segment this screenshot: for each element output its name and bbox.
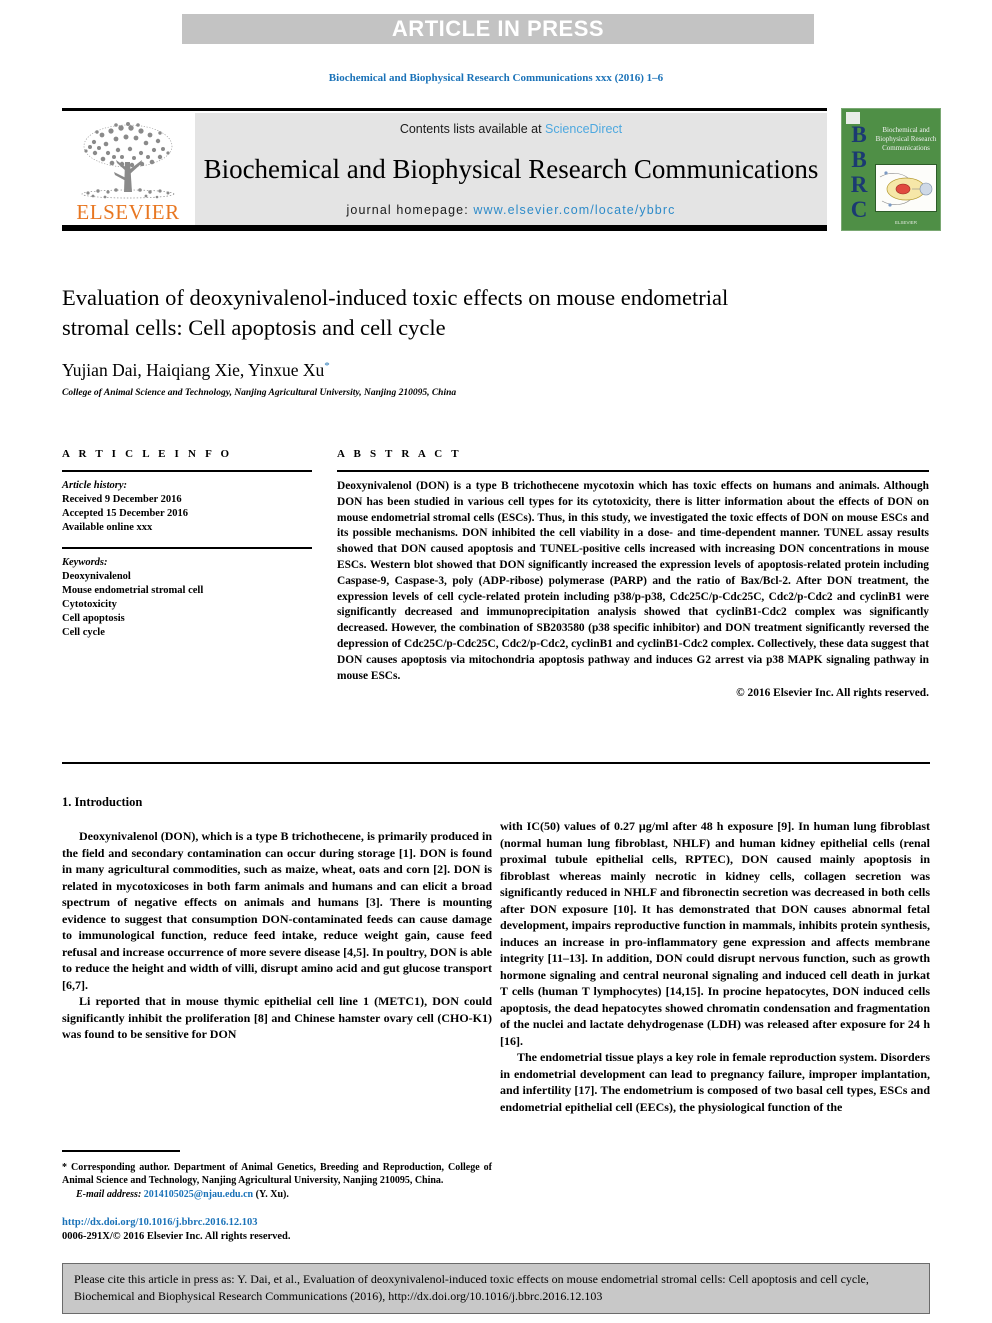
cite-this-article-box: Please cite this article in press as: Y.…: [62, 1263, 930, 1314]
masthead-bottom-rule: [62, 225, 827, 231]
journal-masthead: ELSEVIER Contents lists available at Sci…: [62, 108, 941, 231]
article-history-accepted: Accepted 15 December 2016: [62, 508, 189, 519]
body-right-column: with IC(50) values of 0.27 μg/ml after 4…: [500, 818, 930, 1115]
article-title: Evaluation of deoxynivalenol-induced tox…: [62, 285, 729, 340]
homepage-prefix: journal homepage:: [346, 203, 474, 217]
email-owner: (Y. Xu).: [255, 1188, 289, 1200]
abstract-heading: A B S T R A C T: [337, 448, 462, 460]
keyword-item: Cell apoptosis: [62, 613, 125, 624]
contents-lists-line: Contents lists available at ScienceDirec…: [400, 122, 622, 136]
cite-this-article-text: Please cite this article in press as: Y.…: [74, 1272, 869, 1303]
article-history-received: Received 9 December 2016: [62, 494, 182, 505]
article-info-column: A R T I C L E I N F O Article history: R…: [62, 448, 312, 640]
keyword-item: Deoxynivalenol: [62, 571, 131, 582]
corresponding-author-footnote: * Corresponding author. Department of An…: [62, 1150, 492, 1201]
email-label: E-mail address:: [76, 1188, 142, 1200]
footnote-rule: [62, 1150, 180, 1152]
body-divider-rule: [62, 762, 930, 764]
article-info-rule: [62, 470, 312, 472]
journal-reference-line: Biochemical and Biophysical Research Com…: [328, 72, 664, 84]
doi-link[interactable]: http://dx.doi.org/10.1016/j.bbrc.2016.12…: [62, 1216, 492, 1230]
issn-copyright-line: 0006-291X/© 2016 Elsevier Inc. All right…: [62, 1231, 291, 1242]
abstract-rule: [337, 470, 929, 472]
contents-prefix: Contents lists available at: [399, 122, 546, 136]
sciencedirect-link[interactable]: ScienceDirect: [545, 122, 622, 136]
introduction-paragraph: The endometrial tissue plays a key role …: [500, 1050, 930, 1114]
journal-cover-thumbnail: BBRC Biochemical and Biophysical Researc…: [841, 108, 941, 231]
article-in-press-label: ARTICLE IN PRESS: [391, 16, 605, 41]
elsevier-wordmark: ELSEVIER: [76, 200, 180, 224]
elsevier-tree-icon: [81, 122, 175, 199]
corresponding-author-marker: *: [324, 360, 330, 373]
keyword-item: Cell cycle: [62, 627, 105, 638]
introduction-paragraph: Li reported that in mouse thymic epithel…: [62, 994, 492, 1041]
body-left-column: 1. Introduction Deoxynivalenol (DON), wh…: [62, 795, 492, 1043]
keyword-item: Mouse endometrial stromal cell: [62, 585, 204, 596]
cover-cell-diagram-icon: [879, 171, 933, 207]
cover-bbrc-letters: BBRC: [850, 122, 868, 222]
article-info-heading: A R T I C L E I N F O: [62, 448, 233, 460]
title-block: Evaluation of deoxynivalenol-induced tox…: [62, 283, 762, 398]
cover-publisher-footer: ELSEVIER: [894, 220, 917, 225]
cover-journal-title: Biochemical and Biophysical Research Com…: [875, 126, 937, 152]
journal-homepage-line: journal homepage: www.elsevier.com/locat…: [347, 203, 676, 217]
author-names: Yujian Dai, Haiqiang Xie, Yinxue Xu: [62, 360, 325, 380]
abstract-copyright: © 2016 Elsevier Inc. All rights reserved…: [736, 687, 929, 700]
abstract-column: A B S T R A C T Deoxynivalenol (DON) is …: [337, 448, 929, 699]
masthead-top-rule: [62, 108, 827, 111]
keywords-divider-rule: [62, 547, 312, 549]
introduction-paragraph: with IC(50) values of 0.27 μg/ml after 4…: [500, 819, 930, 1048]
affiliation: College of Animal Science and Technology…: [62, 388, 457, 398]
email-address-line: E-mail address: 2014105025@njau.edu.cn (…: [62, 1188, 492, 1201]
keywords-group: Keywords: Deoxynivalenol Mouse endometri…: [62, 556, 312, 640]
abstract-text: Deoxynivalenol (DON) is a type B trichot…: [337, 480, 929, 682]
keywords-label: Keywords:: [62, 557, 108, 568]
article-in-press-banner: ARTICLE IN PRESS: [182, 14, 814, 44]
author-list: Yujian Dai, Haiqiang Xie, Yinxue Xu*: [62, 360, 762, 381]
elsevier-logo: ELSEVIER: [64, 113, 192, 225]
doi-block: http://dx.doi.org/10.1016/j.bbrc.2016.12…: [62, 1216, 492, 1244]
article-history-online: Available online xxx: [62, 522, 153, 533]
article-history-label: Article history:: [62, 480, 128, 491]
cover-figure-icon: [875, 164, 937, 212]
masthead-center-panel: Contents lists available at ScienceDirec…: [195, 113, 827, 225]
corresponding-author-text: * Corresponding author. Department of An…: [62, 1161, 492, 1186]
introduction-heading: 1. Introduction: [62, 795, 143, 809]
email-link[interactable]: 2014105025@njau.edu.cn: [144, 1189, 253, 1200]
journal-homepage-link[interactable]: www.elsevier.com/locate/ybbrc: [473, 203, 675, 217]
keyword-item: Cytotoxicity: [62, 599, 117, 610]
journal-title: Biochemical and Biophysical Research Com…: [203, 154, 819, 184]
article-history-group: Article history: Received 9 December 201…: [62, 479, 312, 535]
introduction-paragraph: Deoxynivalenol (DON), which is a type B …: [62, 829, 492, 992]
